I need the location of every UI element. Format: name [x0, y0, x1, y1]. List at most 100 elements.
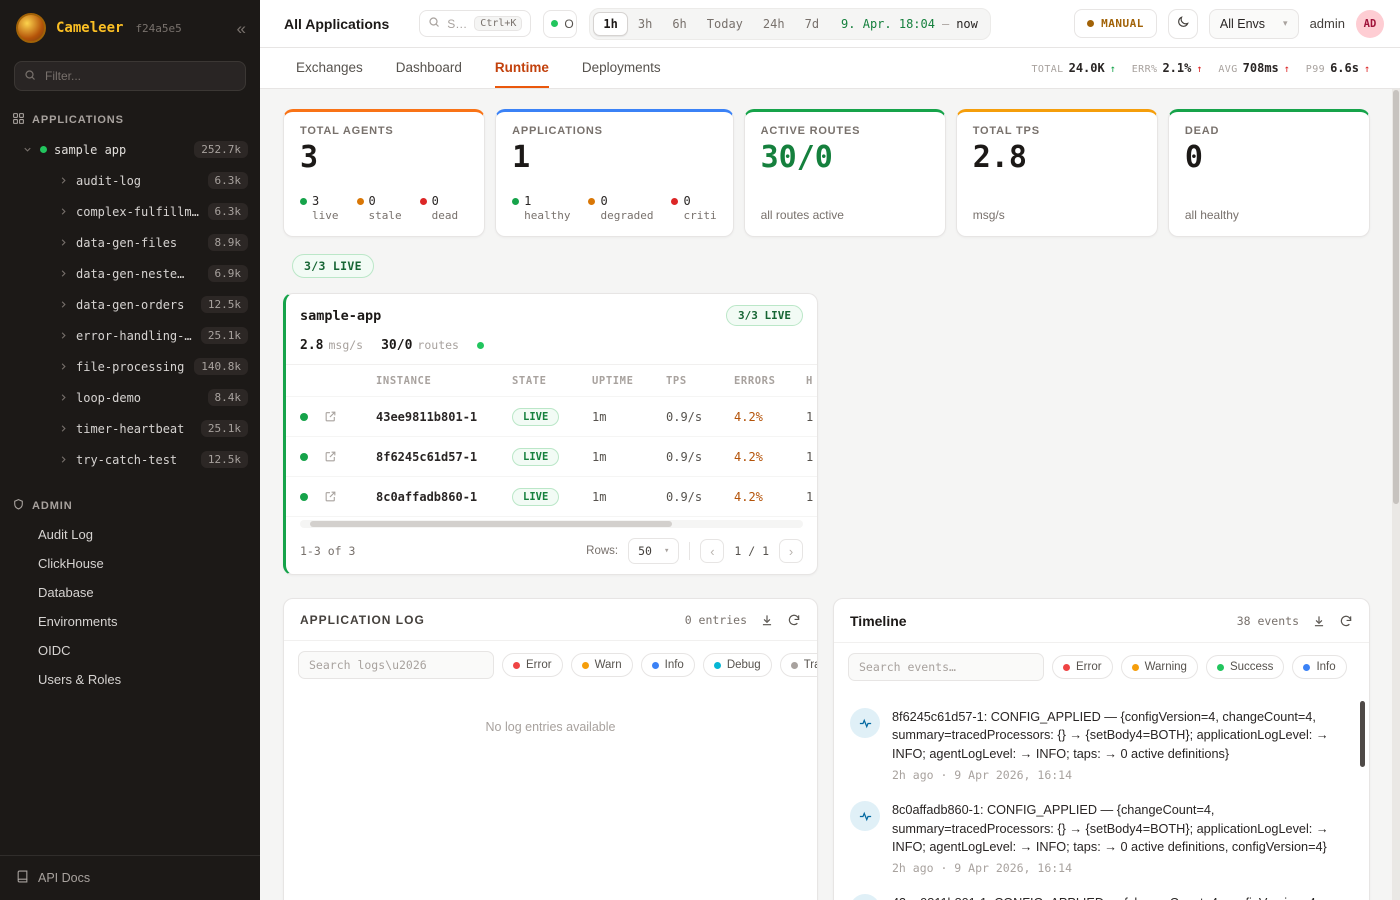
download-icon[interactable]	[760, 613, 774, 627]
section-admin: ADMIN	[0, 489, 260, 520]
chevron-right-icon	[58, 206, 69, 217]
scrollbar-thumb[interactable]	[310, 521, 672, 527]
legend-num: 3	[312, 194, 339, 208]
level-dot	[1063, 664, 1070, 671]
api-docs-link[interactable]: API Docs	[0, 855, 260, 900]
external-link-icon[interactable]	[324, 450, 376, 463]
errors-cell: 4.2%	[734, 490, 806, 504]
refresh-icon[interactable]	[787, 613, 801, 627]
filter-chip-error[interactable]: Error	[502, 653, 563, 677]
tree-item-file-processing[interactable]: file-processing 140.8k	[0, 351, 260, 382]
time-range-today[interactable]: Today	[697, 12, 753, 36]
event-avatar	[850, 708, 880, 738]
time-range-3h[interactable]: 3h	[628, 12, 662, 36]
filter-chip-warning[interactable]: Warning	[1121, 655, 1198, 679]
refresh-icon[interactable]	[1339, 614, 1353, 628]
tree-item-error-handling[interactable]: error-handling-…25.1k	[0, 320, 260, 351]
bottom-panels: APPLICATION LOG 0 entries Error Warn Inf…	[283, 598, 1370, 900]
page-scrollbar[interactable]	[1392, 89, 1400, 900]
time-range-24h[interactable]: 24h	[753, 12, 795, 36]
tree-item-count-badge: 140.8k	[194, 358, 248, 375]
legend-num: 0	[600, 194, 653, 208]
tab-dashboard[interactable]: Dashboard	[396, 48, 462, 88]
time-range-7d[interactable]: 7d	[795, 12, 829, 36]
time-range-end[interactable]: now	[956, 17, 978, 31]
pagination-prev[interactable]: ‹	[700, 539, 724, 563]
admin-item-users-roles[interactable]: Users & Roles	[0, 665, 260, 694]
scrollbar-thumb[interactable]	[1393, 90, 1399, 504]
table-row[interactable]: 8f6245c61d57-1 LIVE 1m 0.9/s 4.2% 1	[286, 437, 817, 477]
log-search-input[interactable]	[298, 651, 494, 679]
admin-item-oidc[interactable]: OIDC	[0, 636, 260, 665]
tab-exchanges[interactable]: Exchanges	[296, 48, 363, 88]
tree-item-data-gen-files[interactable]: data-gen-files8.9k	[0, 227, 260, 258]
tree-item-data-gen-orders[interactable]: data-gen-orders12.5k	[0, 289, 260, 320]
table-row[interactable]: 8c0affadb860-1 LIVE 1m 0.9/s 4.2% 1	[286, 477, 817, 517]
online-chip[interactable]: O	[543, 10, 577, 38]
tree-item-try-catch-test[interactable]: try-catch-test12.5k	[0, 444, 260, 475]
log-empty-state: No log entries available	[284, 688, 817, 900]
stat-subtext: all healthy	[1185, 208, 1353, 222]
sidebar-collapse-button[interactable]: «	[237, 20, 246, 37]
tree-item-label: try-catch-test	[76, 453, 177, 467]
tree-item-data-gen-nested[interactable]: data-gen-neste…6.9k	[0, 258, 260, 289]
timeline-event[interactable]: 8c0affadb860-1: CONFIG_APPLIED — {change…	[850, 793, 1349, 886]
admin-item-environments[interactable]: Environments	[0, 607, 260, 636]
stat-legend: 3live 0stale 0dead	[300, 194, 468, 222]
chip-label: Info	[665, 659, 684, 671]
avatar[interactable]: AD	[1356, 10, 1384, 38]
tab-deployments[interactable]: Deployments	[582, 48, 661, 88]
admin-header-label: ADMIN	[32, 500, 73, 512]
env-select[interactable]: All Envs ▾	[1209, 9, 1299, 39]
admin-icon	[12, 498, 25, 514]
global-search[interactable]: S… Ctrl+K	[419, 10, 531, 37]
horizontal-scrollbar[interactable]	[300, 520, 803, 528]
filter-chip-error[interactable]: Error	[1052, 655, 1113, 679]
download-icon[interactable]	[1312, 614, 1326, 628]
filter-input[interactable]	[14, 61, 246, 91]
tree-item-sample-app[interactable]: sample app 252.7k	[0, 134, 260, 165]
sidebar: Cameleer f24a5e5 « APPLICATIONS sample a…	[0, 0, 260, 900]
app-name[interactable]: sample-app	[300, 308, 381, 324]
timeline-event[interactable]: 43ee9811b801-1: CONFIG_APPLIED — {change…	[850, 886, 1349, 900]
metric-label: TOTAL	[1031, 64, 1063, 75]
external-link-icon[interactable]	[324, 490, 376, 503]
heap-cell: 1	[806, 450, 817, 464]
filter-chip-trace[interactable]: Trace	[780, 653, 818, 677]
tree-item-loop-demo[interactable]: loop-demo8.4k	[0, 382, 260, 413]
admin-item-audit-log[interactable]: Audit Log	[0, 520, 260, 549]
filter-chip-info[interactable]: Info	[641, 653, 695, 677]
log-title: APPLICATION LOG	[300, 613, 425, 627]
filter-chip-debug[interactable]: Debug	[703, 653, 772, 677]
tree-item-label: file-processing	[76, 360, 184, 374]
filter-chip-success[interactable]: Success	[1206, 655, 1284, 679]
timeline-event[interactable]: 8f6245c61d57-1: CONFIG_APPLIED — {config…	[850, 700, 1349, 793]
admin-item-database[interactable]: Database	[0, 578, 260, 607]
level-dot	[513, 662, 520, 669]
legend-degraded: 0degraded	[588, 194, 653, 222]
rows-per-page-select[interactable]: 50▾	[628, 538, 679, 564]
tree-item-timer-heartbeat[interactable]: timer-heartbeat25.1k	[0, 413, 260, 444]
col-tps: TPS	[666, 375, 734, 387]
metric-value: 2.1%	[1162, 61, 1191, 75]
external-link-icon[interactable]	[324, 410, 376, 423]
manual-label: MANUAL	[1101, 17, 1144, 30]
tab-runtime[interactable]: Runtime	[495, 48, 549, 88]
manual-mode-button[interactable]: MANUAL	[1074, 9, 1157, 38]
time-range-start[interactable]: 9. Apr. 18:04	[841, 17, 935, 31]
time-range-6h[interactable]: 6h	[662, 12, 696, 36]
metric-label: ERR%	[1132, 64, 1158, 75]
event-avatar	[850, 801, 880, 831]
tree-item-audit-log[interactable]: audit-log6.3k	[0, 165, 260, 196]
admin-item-clickhouse[interactable]: ClickHouse	[0, 549, 260, 578]
heap-cell: 1	[806, 410, 817, 424]
pagination-next[interactable]: ›	[779, 539, 803, 563]
filter-chip-warn[interactable]: Warn	[571, 653, 633, 677]
dark-mode-toggle[interactable]	[1168, 9, 1198, 39]
timeline-scrollbar-thumb[interactable]	[1360, 701, 1365, 767]
timeline-search-input[interactable]	[848, 653, 1044, 681]
table-row[interactable]: 43ee9811b801-1 LIVE 1m 0.9/s 4.2% 1	[286, 397, 817, 437]
tree-item-complex-fulfillment[interactable]: complex-fulfillm…6.3k	[0, 196, 260, 227]
time-range-1h[interactable]: 1h	[593, 12, 627, 36]
filter-chip-info[interactable]: Info	[1292, 655, 1346, 679]
